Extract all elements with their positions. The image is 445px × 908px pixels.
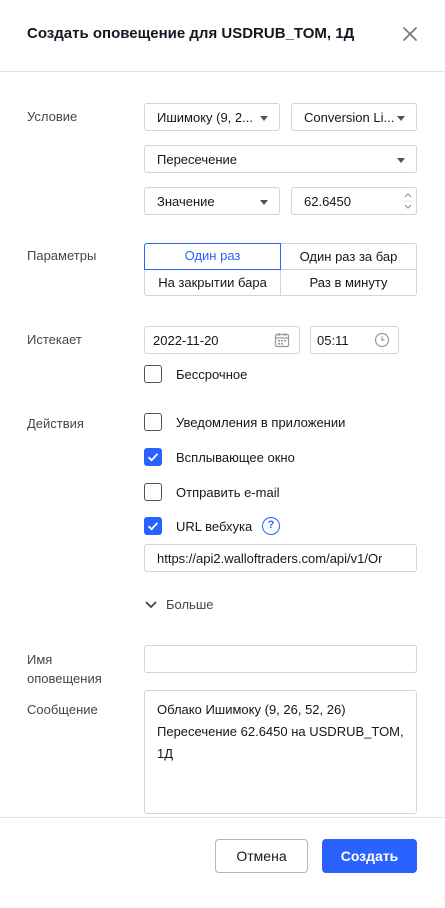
email-label: Отправить e-mail — [176, 485, 280, 500]
operator-select[interactable]: Пересечение — [144, 145, 417, 173]
email-checkbox[interactable] — [144, 483, 162, 501]
option-bar-close[interactable]: На закрытии бара — [145, 270, 280, 296]
line-select[interactable]: Conversion Li... — [291, 103, 417, 131]
chevron-down-icon — [397, 116, 405, 121]
operator-select-value: Пересечение — [157, 152, 238, 167]
value-type-select[interactable]: Значение — [144, 187, 280, 215]
params-label: Параметры — [27, 248, 97, 263]
message-label: Сообщение — [27, 702, 98, 717]
calendar-icon[interactable] — [274, 332, 290, 351]
cancel-button[interactable]: Отмена — [215, 839, 308, 873]
popup-checkbox[interactable] — [144, 448, 162, 466]
create-button[interactable]: Создать — [322, 839, 417, 873]
actions-label: Действия — [27, 416, 84, 431]
more-label: Больше — [166, 597, 214, 612]
clock-icon[interactable] — [374, 332, 390, 351]
expiry-time-input[interactable]: 05:11 — [310, 326, 399, 354]
dialog-title: Создать оповещение для USDRUB_TOM, 1Д — [27, 25, 355, 42]
expiry-date-input[interactable]: 2022-11-20 — [144, 326, 300, 354]
webhook-url-value: https://api2.walloftraders.com/api/v1/Or — [157, 551, 383, 566]
close-icon[interactable] — [398, 22, 422, 46]
webhook-checkbox[interactable] — [144, 517, 162, 535]
indicator-select-value: Ишимоку (9, 2... — [157, 110, 253, 125]
app-notification-checkbox[interactable] — [144, 413, 162, 431]
expiry-label: Истекает — [27, 332, 82, 347]
alert-name-input[interactable] — [144, 645, 417, 673]
app-notification-label: Уведомления в приложении — [176, 415, 346, 430]
value-input[interactable]: 62.6450 — [291, 187, 417, 215]
chevron-down-icon — [260, 116, 268, 121]
webhook-url-input[interactable]: https://api2.walloftraders.com/api/v1/Or — [144, 544, 417, 572]
expiry-date-value: 2022-11-20 — [153, 333, 219, 348]
message-line: Пересечение 62.6450 на USDRUB_TOM, — [157, 724, 404, 739]
line-select-value: Conversion Li... — [304, 110, 395, 125]
indicator-select[interactable]: Ишимоку (9, 2... — [144, 103, 280, 131]
condition-label: Условие — [27, 109, 78, 124]
message-line: 1Д — [157, 746, 174, 761]
message-textarea[interactable]: Облако Ишимоку (9, 26, 52, 26) Пересечен… — [144, 690, 417, 814]
chevron-down-icon — [397, 158, 405, 163]
open-ended-checkbox[interactable] — [144, 365, 162, 383]
dialog-footer: Отмена Создать — [0, 817, 445, 908]
option-once-per-bar[interactable]: Один раз за бар — [281, 244, 416, 270]
chevron-down-icon — [145, 601, 157, 609]
name-label-line2: оповещения — [27, 671, 102, 686]
open-ended-label: Бессрочное — [176, 367, 248, 382]
help-icon[interactable]: ? — [262, 517, 280, 535]
stepper-icon[interactable] — [402, 190, 414, 212]
expiry-time-value: 05:11 — [317, 333, 349, 348]
webhook-label: URL вебхука — [176, 519, 253, 534]
value-input-text: 62.6450 — [304, 194, 351, 209]
value-type-select-value: Значение — [157, 194, 215, 209]
dialog-header: Создать оповещение для USDRUB_TOM, 1Д — [0, 0, 445, 72]
popup-label: Всплывающее окно — [176, 450, 295, 465]
name-label-line1: Имя — [27, 652, 53, 667]
option-once[interactable]: Один раз — [144, 243, 281, 270]
trigger-frequency-group: Один раз Один раз за бар На закрытии бар… — [144, 243, 417, 296]
chevron-down-icon — [260, 200, 268, 205]
message-line: Облако Ишимоку (9, 26, 52, 26) — [157, 702, 346, 717]
option-per-minute[interactable]: Раз в минуту — [281, 270, 416, 296]
